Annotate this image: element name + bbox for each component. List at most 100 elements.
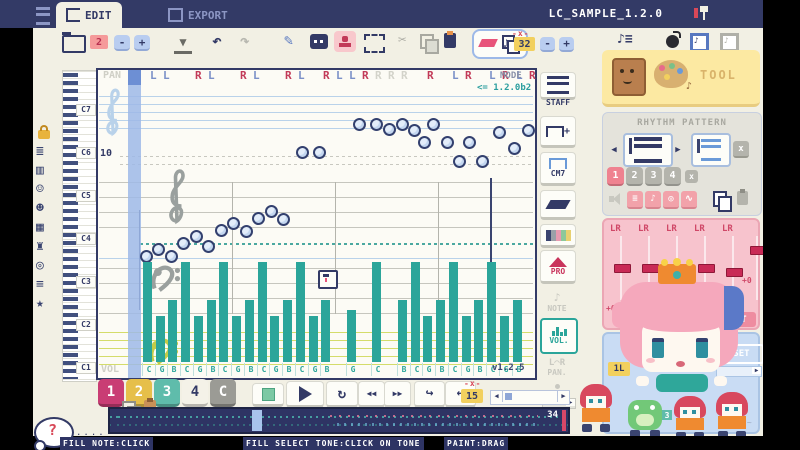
bar-number: 10 [100, 148, 113, 159]
octave-label: C6 [76, 147, 96, 159]
mode-label: MODE [500, 71, 522, 81]
pattern-prev-button[interactable]: ◀ [607, 137, 621, 163]
ring-icon[interactable]: ◎ [36, 258, 44, 274]
scroll-left-button[interactable]: ◀ [491, 391, 503, 402]
menu-lines-icon[interactable]: ≣ [36, 144, 44, 160]
export-icon [168, 8, 183, 22]
length-plus-button[interactable]: + [559, 37, 574, 52]
pattern-next-button[interactable]: ▶ [671, 137, 685, 163]
vol-mode-button[interactable]: VOL. [540, 318, 578, 354]
redo-icon[interactable]: ↷ [240, 31, 250, 50]
rhythm-wave-button[interactable]: ∿ [681, 191, 697, 209]
rhythm-drum-button[interactable]: ◎ [663, 191, 679, 209]
pencil-icon[interactable]: ✎ [284, 31, 293, 49]
left-icon-strip: ≣ ▥ ☺ ☻ ▦ ♜ ◎ ≡ ★ [36, 125, 58, 325]
notes-per-page-badge: 32 [514, 37, 535, 51]
lock-icon[interactable] [38, 125, 50, 139]
pattern-alt-box[interactable] [691, 133, 731, 167]
length-minus-button[interactable]: - [540, 37, 555, 52]
save-icon[interactable]: ▼ [174, 33, 192, 54]
rhythm-slot-clear[interactable]: x [685, 170, 698, 183]
stamp-tool-icon[interactable] [334, 31, 356, 52]
rewind-button[interactable]: ◀◀ [358, 381, 385, 408]
undo-icon[interactable]: ↶ [212, 31, 222, 50]
piece-icon[interactable]: ♜ [36, 239, 44, 255]
staff-panel[interactable] [96, 68, 537, 380]
pattern-clear-button[interactable]: x [733, 141, 749, 158]
status-hint: FILL SELECT TONE:CLICK ON TONE [243, 437, 424, 450]
note-glyph: ♪ [503, 37, 510, 50]
octave-label: C7 [76, 104, 96, 116]
note-mode-button[interactable]: ♪ NOTE [540, 288, 574, 316]
barcode-icon[interactable]: ▥ [36, 163, 44, 179]
pan-slider-label: LR [610, 224, 621, 234]
rhythm-copy-icon[interactable] [713, 191, 732, 212]
minimap-playhead[interactable] [252, 410, 262, 431]
slide-tool-button[interactable] [540, 190, 576, 220]
paste-icon[interactable] [444, 31, 456, 48]
loop-play-button[interactable]: ↻ [326, 381, 358, 408]
page-scrollbar[interactable]: ◀ ▶ [490, 390, 570, 405]
rhythm-paste-icon[interactable] [737, 189, 748, 205]
rhythm-slot-1[interactable]: 1 [607, 167, 624, 186]
engine-version: v1.2.5 [492, 363, 525, 373]
piano-keyboard[interactable] [62, 70, 97, 382]
note-box-icon[interactable] [310, 34, 328, 49]
gnome-character-1 [578, 384, 614, 436]
stop-button[interactable] [252, 383, 284, 407]
tab-edit[interactable]: EDIT [56, 2, 122, 28]
tool-panel-label: TOOL [700, 68, 737, 82]
grid-icon[interactable]: ▦ [36, 220, 44, 236]
rhythm-slot-3[interactable]: 3 [645, 167, 662, 186]
play-button[interactable] [286, 381, 324, 408]
pro-button[interactable]: PRO [540, 250, 576, 284]
copy-icon[interactable] [420, 34, 439, 54]
list-icon[interactable]: ≡ [36, 277, 44, 293]
vol-mode-label: VOL. [549, 336, 569, 345]
staff-button[interactable] [540, 72, 576, 100]
scissors-icon[interactable]: ✂ [398, 32, 406, 48]
smiley-icon[interactable]: ☺ [36, 182, 44, 198]
rhythm-slot-2[interactable]: 2 [626, 167, 643, 186]
tab-export[interactable]: EXPORT [160, 2, 236, 28]
star-icon[interactable]: ★ [36, 296, 44, 312]
black-keys[interactable] [63, 73, 78, 379]
note-list-icon[interactable]: ♪≡ [617, 32, 633, 47]
status-icon [694, 6, 708, 20]
frame-right [763, 0, 800, 450]
pan-mode-button[interactable]: L⌒R PAN. [540, 354, 574, 380]
octave-label: C1 [76, 362, 96, 374]
scroll-thumb[interactable] [505, 393, 512, 400]
menu-icon[interactable] [36, 7, 50, 25]
bomb-icon[interactable] [666, 31, 681, 48]
channel-tab-4[interactable]: 4 [182, 379, 208, 407]
instrument-book-icon[interactable] [612, 58, 646, 96]
vol-row-label: VOL [101, 364, 120, 375]
channel-tab-3[interactable]: 3 [154, 379, 180, 407]
file-minus-button[interactable]: - [114, 35, 130, 51]
rhythm-list-button[interactable]: ≡ [627, 191, 643, 209]
right-toolbar: STAFF + CM7 PRO ♪ NOTE VOL. L⌒R PAN. ▶ [538, 60, 578, 410]
octave-label: C2 [76, 319, 96, 331]
file-plus-button[interactable]: + [134, 35, 150, 51]
wave-add-button[interactable]: + [540, 116, 576, 148]
song-minimap[interactable]: 34 [108, 407, 570, 434]
rhythm-slot-4[interactable]: 4 [664, 167, 681, 186]
chord-button[interactable]: CM7 [540, 152, 576, 186]
rhythm-note-button[interactable]: ♪ [645, 191, 661, 209]
face-icon[interactable]: ☻ [36, 201, 44, 217]
minimap-accents [330, 413, 538, 429]
channel-tab-1[interactable]: 1 [98, 379, 124, 407]
mode-value: <= 1.2.0b2 [477, 83, 532, 93]
scroll-right-button[interactable]: ▶ [557, 391, 569, 402]
pattern-current-box[interactable] [623, 133, 673, 167]
forward-button[interactable]: ▶▶ [384, 381, 411, 408]
palette-stripes-button[interactable] [540, 224, 576, 248]
channel-tab-C[interactable]: C [210, 379, 236, 407]
folder-icon[interactable] [62, 32, 86, 53]
speaker-icon [609, 193, 623, 205]
select-tool-icon[interactable] [364, 34, 385, 53]
cursor-stamp-icon [318, 270, 338, 289]
repeat-button[interactable]: ↪ [414, 381, 445, 408]
palette-icon[interactable]: ♪ [654, 60, 692, 92]
